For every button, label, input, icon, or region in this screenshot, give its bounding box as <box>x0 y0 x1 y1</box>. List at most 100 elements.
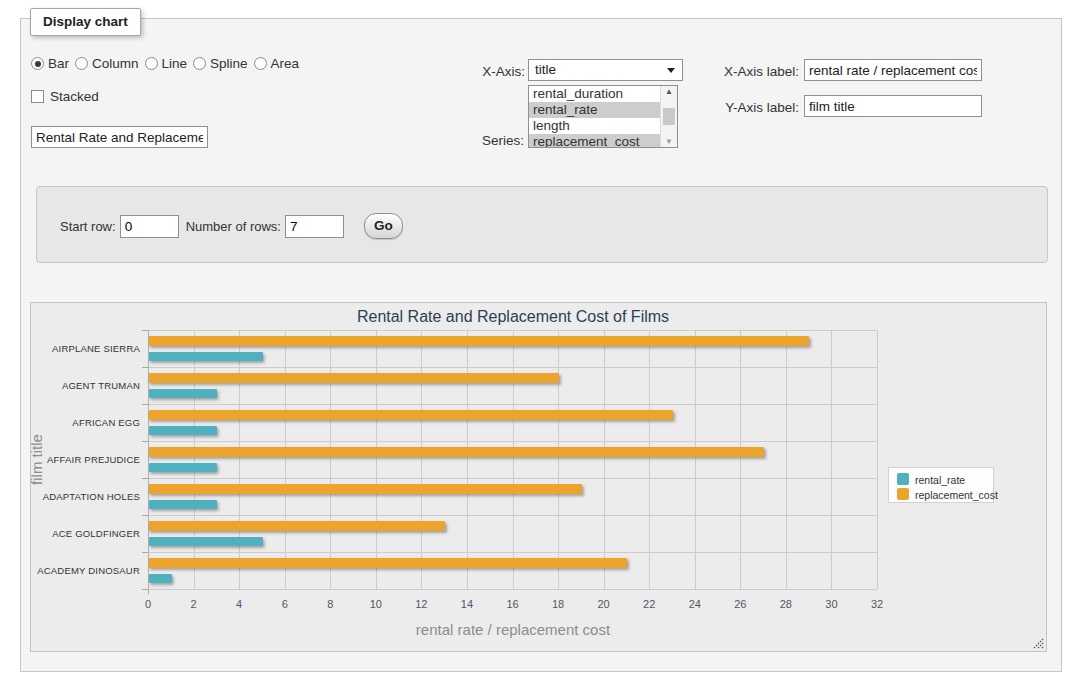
category-label: AGENT TRUMAN <box>31 380 140 391</box>
x-axis-tick-label: 30 <box>811 598 851 610</box>
chart: Rental Rate and Replacement Cost of Film… <box>30 302 1047 652</box>
chart-legend: rental_ratereplacement_cost <box>888 467 994 503</box>
bar-rental_rate <box>149 574 172 584</box>
series-option-rental_rate[interactable]: rental_rate <box>529 102 660 118</box>
series-select-label: Series: <box>430 133 524 148</box>
bar-rental_rate <box>149 426 217 436</box>
row-range-panel: Start row: Number of rows: Go <box>36 186 1048 263</box>
bar-replacement_cost <box>149 447 764 457</box>
x-axis-tick-label: 16 <box>493 598 533 610</box>
x-axis-label-field-label: X-Axis label: <box>700 64 799 79</box>
bar-replacement_cost <box>149 410 673 420</box>
gridline-vertical <box>194 330 195 589</box>
chart-type-radio-bar[interactable]: Bar <box>31 56 69 71</box>
series-multiselect[interactable]: rental_durationrental_ratelengthreplacem… <box>528 85 678 148</box>
stacked-checkbox-row[interactable]: Stacked <box>31 89 99 104</box>
radio-button[interactable] <box>75 57 88 70</box>
gridline-vertical <box>330 330 331 589</box>
chart-title: Rental Rate and Replacement Cost of Film… <box>31 308 995 326</box>
radio-label: Area <box>271 56 300 71</box>
series-option-rental_duration[interactable]: rental_duration <box>529 86 660 102</box>
gridline-vertical <box>513 330 514 589</box>
x-axis-select[interactable]: title <box>528 59 683 81</box>
go-button[interactable]: Go <box>364 213 403 239</box>
category-label: AFFAIR PREJUDICE <box>31 454 140 465</box>
gridline-vertical <box>604 330 605 589</box>
bar-rental_rate <box>149 352 263 362</box>
gridline-vertical <box>695 330 696 589</box>
start-row-label: Start row: <box>60 219 116 234</box>
x-axis-select-label: X-Axis: <box>440 64 525 79</box>
gridline-vertical <box>831 330 832 589</box>
scroll-down-icon[interactable]: ▼ <box>661 137 677 146</box>
radio-label: Spline <box>210 56 248 71</box>
chart-type-radio-spline[interactable]: Spline <box>193 56 248 71</box>
gridline-vertical <box>649 330 650 589</box>
chart-type-radio-area[interactable]: Area <box>254 56 300 71</box>
bar-rental_rate <box>149 500 217 510</box>
bar-replacement_cost <box>149 484 582 494</box>
bar-replacement_cost <box>149 373 559 383</box>
radio-button[interactable] <box>254 57 267 70</box>
legend-swatch <box>897 488 909 500</box>
bar-rental_rate <box>149 389 217 399</box>
legend-swatch <box>897 473 909 485</box>
bar-rental_rate <box>149 537 263 547</box>
radio-label: Line <box>162 56 188 71</box>
panel-title: Display chart <box>30 8 141 36</box>
chart-title-input[interactable] <box>31 126 208 148</box>
category-label: AFRICAN EGG <box>31 417 140 428</box>
radio-button[interactable] <box>145 57 158 70</box>
x-axis-label-input[interactable] <box>804 59 982 81</box>
x-axis-tick-label: 24 <box>675 598 715 610</box>
x-axis-tick-label: 32 <box>857 598 897 610</box>
x-axis-tick-label: 6 <box>265 598 305 610</box>
chart-type-radio-group: Bar Column Line Spline Area <box>31 56 305 71</box>
gridline-vertical <box>285 330 286 589</box>
y-axis-label-field-label: Y-Axis label: <box>700 100 799 115</box>
number-of-rows-input[interactable] <box>285 215 344 238</box>
gridline-vertical <box>467 330 468 589</box>
x-axis-tick-label: 10 <box>356 598 396 610</box>
category-label: ACADEMY DINOSAUR <box>31 565 140 576</box>
category-label: ADAPTATION HOLES <box>31 491 140 502</box>
gridline-vertical <box>239 330 240 589</box>
x-axis-tick-label: 8 <box>310 598 350 610</box>
gridline-horizontal <box>148 589 877 590</box>
chart-type-radio-line[interactable]: Line <box>145 56 188 71</box>
chevron-down-icon <box>667 68 675 73</box>
x-axis-selected-value: title <box>535 62 556 77</box>
x-axis-tick-label: 14 <box>447 598 487 610</box>
x-axis-tick-label: 0 <box>128 598 168 610</box>
legend-label: replacement_cost <box>915 489 998 501</box>
x-axis-tick-label: 22 <box>629 598 669 610</box>
stacked-checkbox[interactable] <box>31 90 44 103</box>
x-axis-tick-label: 18 <box>538 598 578 610</box>
gridline-vertical <box>421 330 422 589</box>
start-row-input[interactable] <box>120 215 179 238</box>
scrollbar-thumb[interactable] <box>663 108 675 125</box>
x-axis-tick-label: 28 <box>766 598 806 610</box>
gridline-vertical <box>786 330 787 589</box>
y-axis-label-input[interactable] <box>804 95 982 117</box>
bar-replacement_cost <box>149 336 809 346</box>
x-axis-tick-label: 12 <box>401 598 441 610</box>
radio-button[interactable] <box>193 57 206 70</box>
number-of-rows-label: Number of rows: <box>186 219 281 234</box>
chart-type-radio-column[interactable]: Column <box>75 56 139 71</box>
x-axis-title: rental rate / replacement cost <box>31 621 995 638</box>
series-option-length[interactable]: length <box>529 118 660 134</box>
scroll-up-icon[interactable]: ▲ <box>661 87 677 96</box>
radio-button[interactable] <box>31 57 44 70</box>
scrollbar[interactable]: ▲ ▼ <box>660 86 677 147</box>
gridline-vertical <box>558 330 559 589</box>
radio-label: Bar <box>48 56 69 71</box>
x-axis-tick-label: 20 <box>584 598 624 610</box>
gridline-vertical <box>376 330 377 589</box>
y-axis-line <box>148 330 149 594</box>
resize-handle[interactable] <box>1032 637 1044 649</box>
bar-replacement_cost <box>149 558 627 568</box>
stacked-label: Stacked <box>50 89 99 104</box>
x-axis-tick-label: 4 <box>219 598 259 610</box>
series-option-replacement_cost[interactable]: replacement_cost <box>529 134 660 148</box>
